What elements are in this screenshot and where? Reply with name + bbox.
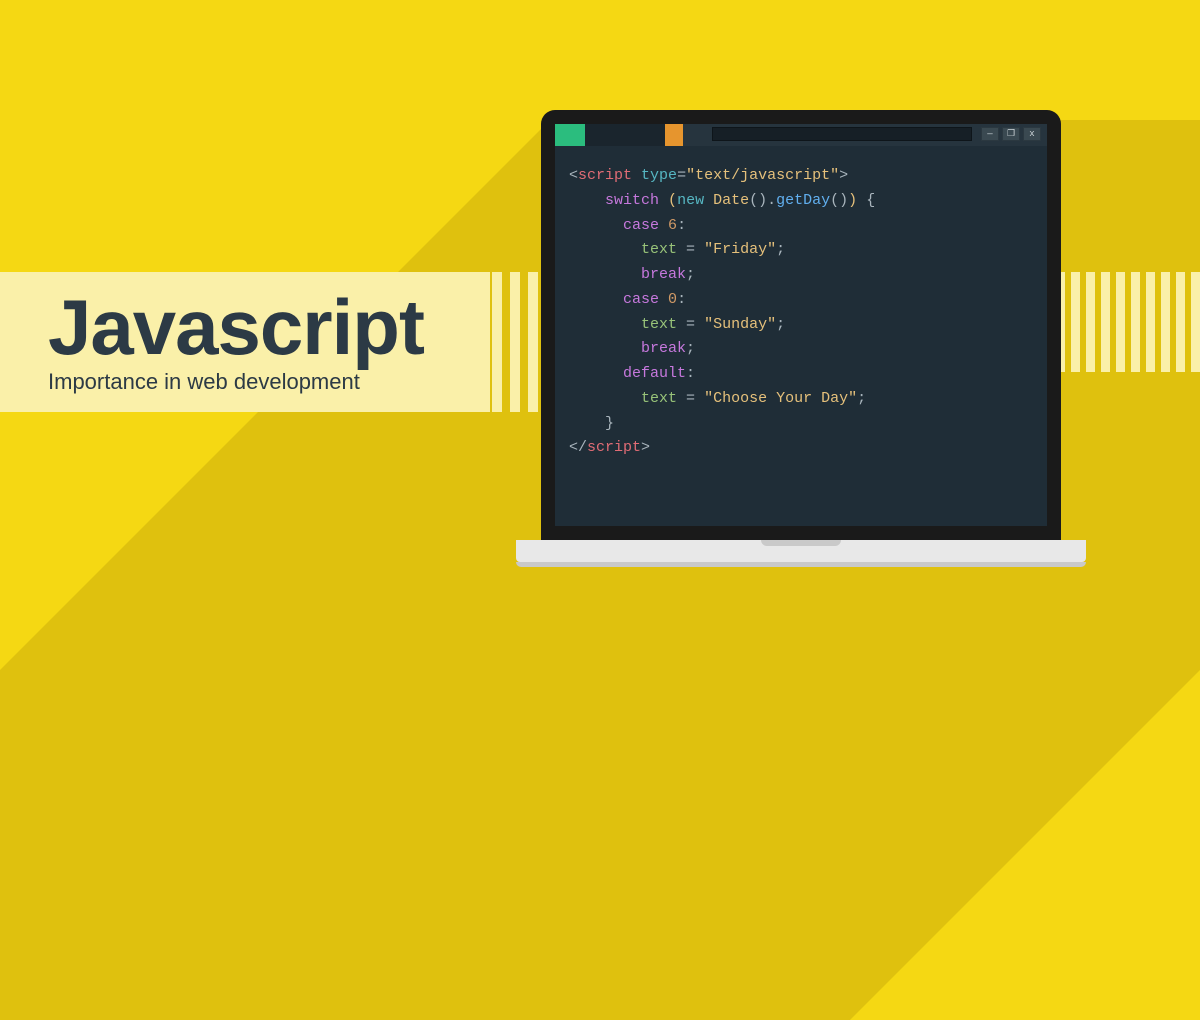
code-token: break (641, 266, 686, 283)
code-token: > (839, 167, 848, 184)
code-token: text (641, 316, 677, 333)
code-token: "Friday" (704, 241, 776, 258)
tab-accent (555, 124, 585, 146)
title-band: Javascript Importance in web development (0, 272, 490, 412)
code-token: ; (776, 316, 785, 333)
address-field (712, 127, 972, 141)
page-subtitle: Importance in web development (48, 369, 490, 395)
laptop-base (516, 540, 1086, 562)
code-token: </ (569, 439, 587, 456)
code-token: text (641, 241, 677, 258)
code-token: ; (686, 266, 695, 283)
code-token: = (677, 167, 686, 184)
code-token: script (587, 439, 641, 456)
laptop-bezel: — ❐ x <script type="text/javascript"> sw… (541, 110, 1061, 540)
code-token: "text/javascript" (686, 167, 839, 184)
code-token: > (641, 439, 650, 456)
window-controls: — ❐ x (712, 127, 1041, 141)
code-token: ; (776, 241, 785, 258)
decorative-bars-right (1056, 272, 1200, 372)
code-token: break (641, 340, 686, 357)
code-token: = (686, 316, 695, 333)
page-title: Javascript (48, 290, 490, 364)
code-token: ; (857, 390, 866, 407)
code-token: < (569, 167, 578, 184)
code-token: : (677, 217, 686, 234)
code-token: ) (848, 192, 857, 209)
code-token: script (578, 167, 632, 184)
close-icon: x (1023, 127, 1041, 141)
laptop-illustration: — ❐ x <script type="text/javascript"> sw… (541, 110, 1061, 562)
code-token: switch (605, 192, 659, 209)
tab-accent-orange (665, 124, 683, 146)
editor-tabbar: — ❐ x (555, 124, 1047, 146)
decorative-bars-left (492, 272, 538, 412)
laptop-notch (761, 540, 841, 546)
code-token: Date (713, 192, 749, 209)
code-token: case (623, 291, 659, 308)
code-token: { (866, 192, 875, 209)
maximize-icon: ❐ (1002, 127, 1020, 141)
code-token: new (677, 192, 704, 209)
code-token: type (641, 167, 677, 184)
code-token: = (686, 241, 695, 258)
code-token: : (686, 365, 695, 382)
code-token: "Choose Your Day" (704, 390, 857, 407)
code-token: ; (686, 340, 695, 357)
code-token: 0 (668, 291, 677, 308)
code-token: getDay (776, 192, 830, 209)
code-token: : (677, 291, 686, 308)
code-token: } (605, 415, 614, 432)
code-editor-screen: — ❐ x <script type="text/javascript"> sw… (555, 124, 1047, 526)
code-token: () (830, 192, 848, 209)
code-token: = (686, 390, 695, 407)
code-token: text (641, 390, 677, 407)
code-token: 6 (668, 217, 677, 234)
minimize-icon: — (981, 127, 999, 141)
code-token: default (623, 365, 686, 382)
tab-active (585, 124, 665, 146)
code-token: ( (668, 192, 677, 209)
code-token: "Sunday" (704, 316, 776, 333)
code-block: <script type="text/javascript"> switch (… (555, 146, 1047, 461)
code-token: (). (749, 192, 776, 209)
code-token: case (623, 217, 659, 234)
